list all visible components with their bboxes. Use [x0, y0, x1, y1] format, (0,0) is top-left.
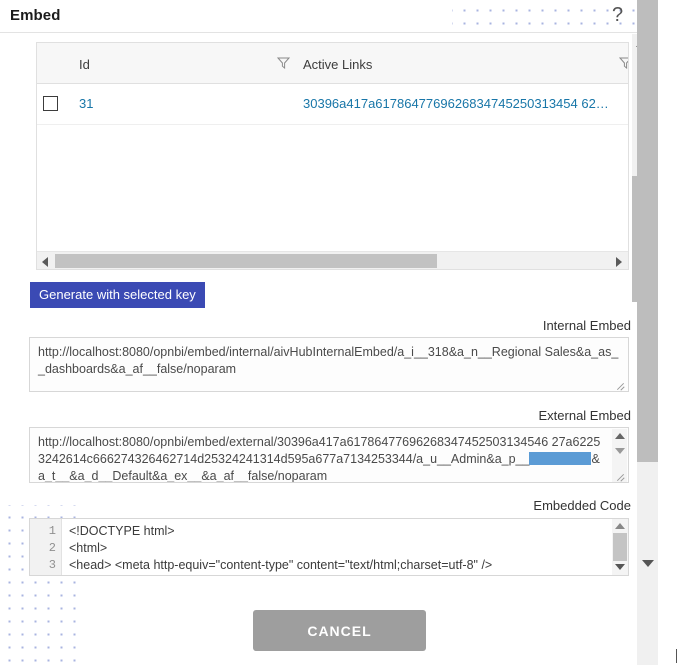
vertical-scroll-thumb[interactable] [637, 0, 658, 462]
scroll-down-arrow-icon[interactable] [615, 448, 625, 454]
page-vertical-scrollbar[interactable] [637, 0, 658, 665]
embedded-code-label: Embedded Code [533, 498, 631, 513]
resize-grip-icon[interactable] [615, 379, 626, 390]
vertical-scroll-thumb[interactable] [613, 533, 627, 561]
generate-with-selected-key-button[interactable]: Generate with selected key [30, 282, 205, 308]
internal-embed-textarea[interactable]: http://localhost:8080/opnbi/embed/intern… [29, 337, 629, 392]
cancel-button[interactable]: CANCEL [253, 610, 426, 651]
external-embed-label: External Embed [538, 408, 632, 423]
code-line: <html> [69, 541, 108, 555]
scroll-down-arrow-icon[interactable] [642, 560, 654, 567]
internal-embed-value: http://localhost:8080/opnbi/embed/intern… [38, 345, 619, 376]
page-title: Embed [10, 7, 61, 24]
internal-embed-label: Internal Embed [542, 318, 631, 333]
header-divider [0, 32, 638, 33]
column-header-id[interactable]: Id [79, 57, 90, 72]
resize-grip-icon[interactable] [615, 470, 626, 481]
line-number: 2 [48, 541, 56, 555]
resize-corner-indicator [676, 649, 677, 663]
scroll-left-arrow-icon[interactable] [42, 257, 48, 267]
code-line: <head> <meta http-equiv="content-type" c… [69, 558, 493, 572]
line-number: 3 [48, 558, 56, 572]
scroll-right-arrow-icon[interactable] [616, 257, 622, 267]
table-row[interactable]: 31 30396a417a617864776962683474525031345… [37, 84, 628, 125]
external-embed-value-part1: http://localhost:8080/opnbi/embed/extern… [38, 435, 601, 466]
column-header-active-links[interactable]: Active Links [303, 57, 372, 72]
cell-active-link: 30396a417a6178647769626834745250313454 6… [303, 96, 609, 111]
filter-icon[interactable] [619, 56, 628, 69]
dialog-header: Embed ? ✕ [0, 0, 679, 33]
scroll-up-arrow-icon[interactable] [615, 433, 625, 439]
redacted-password-block [529, 452, 592, 465]
embed-dialog-page: Embed ? ✕ Id Active Links 31 30396a417a6… [0, 0, 679, 665]
code-content[interactable]: <!DOCTYPE html> <html> <head> <meta http… [62, 519, 628, 575]
table-horizontal-scrollbar[interactable] [37, 251, 628, 269]
cell-id: 31 [79, 96, 94, 111]
scroll-up-arrow-icon[interactable] [615, 523, 625, 529]
filter-icon[interactable] [277, 56, 290, 69]
code-line-number-gutter: 1 2 3 [30, 519, 62, 575]
horizontal-scroll-thumb[interactable] [55, 254, 437, 268]
page-right-margin [658, 0, 679, 665]
line-number: 1 [48, 524, 56, 538]
embedded-code-scrollbar[interactable] [612, 519, 628, 575]
external-embed-textarea[interactable]: http://localhost:8080/opnbi/embed/extern… [29, 427, 629, 483]
scroll-down-arrow-icon[interactable] [615, 564, 625, 570]
table-empty-area [37, 125, 628, 229]
active-links-table: Id Active Links 31 30396a417a61786477696… [36, 42, 629, 270]
embedded-code-editor[interactable]: 1 2 3 <!DOCTYPE html> <html> <head> <met… [29, 518, 629, 576]
table-header-row: Id Active Links [37, 43, 628, 84]
row-checkbox[interactable] [43, 96, 58, 111]
question-mark-icon[interactable]: ? [612, 2, 623, 28]
code-line: <!DOCTYPE html> [69, 524, 175, 538]
